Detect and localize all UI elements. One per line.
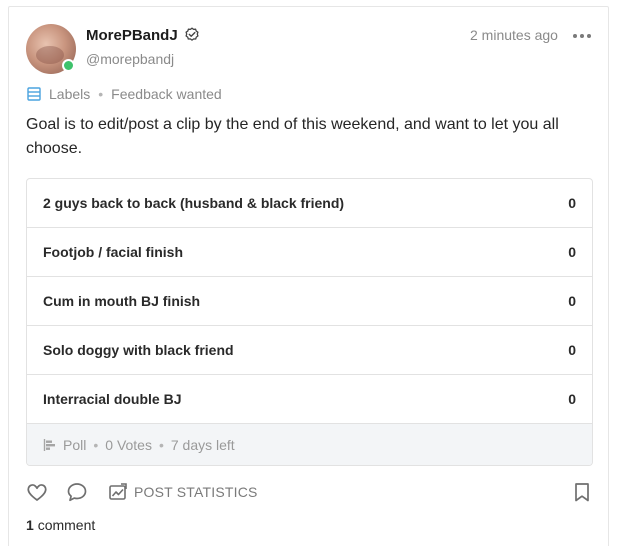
- author-handle[interactable]: @morepbandj: [86, 51, 174, 67]
- author-name[interactable]: MorePBandJ: [86, 27, 178, 44]
- separator-dot: •: [158, 437, 164, 453]
- more-options-icon[interactable]: [572, 31, 592, 41]
- poll-option[interactable]: Interracial double BJ 0: [27, 375, 592, 424]
- poll-option-label: Cum in mouth BJ finish: [43, 293, 201, 309]
- author-row: MorePBandJ: [86, 25, 200, 45]
- poll-option-count: 0: [568, 244, 576, 260]
- comment-count-label: comment: [37, 517, 96, 533]
- online-status-dot: [62, 59, 75, 72]
- poll-option-label: 2 guys back to back (husband & black fri…: [43, 195, 345, 211]
- post-timestamp[interactable]: 2 minutes ago: [470, 27, 558, 43]
- poll-icon: [43, 439, 55, 451]
- post-body-text: Goal is to edit/post a clip by the end o…: [26, 116, 559, 157]
- comment-count-number: 1: [26, 517, 34, 533]
- poll-footer: Poll • 0 Votes • 7 days left: [27, 424, 592, 465]
- labels-icon: [27, 87, 41, 101]
- poll-option[interactable]: Solo doggy with black friend 0: [27, 326, 592, 375]
- poll-option-count: 0: [568, 195, 576, 211]
- verified-check-icon: [185, 27, 199, 41]
- label-tag[interactable]: Feedback wanted: [111, 86, 222, 102]
- poll-option-label: Interracial double BJ: [43, 391, 182, 407]
- poll-option[interactable]: Cum in mouth BJ finish 0: [27, 277, 592, 326]
- post-statistics-label: POST STATISTICS: [134, 484, 258, 500]
- separator-dot: •: [98, 86, 104, 102]
- poll-option-count: 0: [568, 342, 576, 358]
- poll: 2 guys back to back (husband & black fri…: [26, 178, 593, 466]
- poll-option-label: Solo doggy with black friend: [43, 342, 234, 358]
- poll-option[interactable]: Footjob / facial finish 0: [27, 228, 592, 277]
- comment-bubble-icon[interactable]: [66, 481, 88, 503]
- labels-row: Labels • Feedback wanted: [26, 85, 222, 103]
- post-statistics-button[interactable]: POST STATISTICS: [108, 481, 258, 503]
- poll-votes: 0 Votes: [105, 437, 152, 453]
- poll-time-left: 7 days left: [170, 437, 235, 453]
- separator-dot: •: [93, 437, 99, 453]
- comments-link[interactable]: 1 comment: [26, 517, 95, 533]
- post-card: MorePBandJ @morepbandj 2 minutes ago Lab…: [8, 6, 609, 546]
- poll-option-label: Footjob / facial finish: [43, 244, 183, 260]
- chart-image-icon: [109, 483, 127, 500]
- bookmark-icon[interactable]: [571, 481, 593, 503]
- labels-title: Labels: [49, 86, 91, 102]
- heart-icon[interactable]: [26, 481, 48, 503]
- poll-type-label: Poll: [63, 437, 87, 453]
- poll-option-count: 0: [568, 293, 576, 309]
- post-actions: POST STATISTICS: [26, 481, 593, 505]
- poll-option[interactable]: 2 guys back to back (husband & black fri…: [27, 179, 592, 228]
- poll-option-count: 0: [568, 391, 576, 407]
